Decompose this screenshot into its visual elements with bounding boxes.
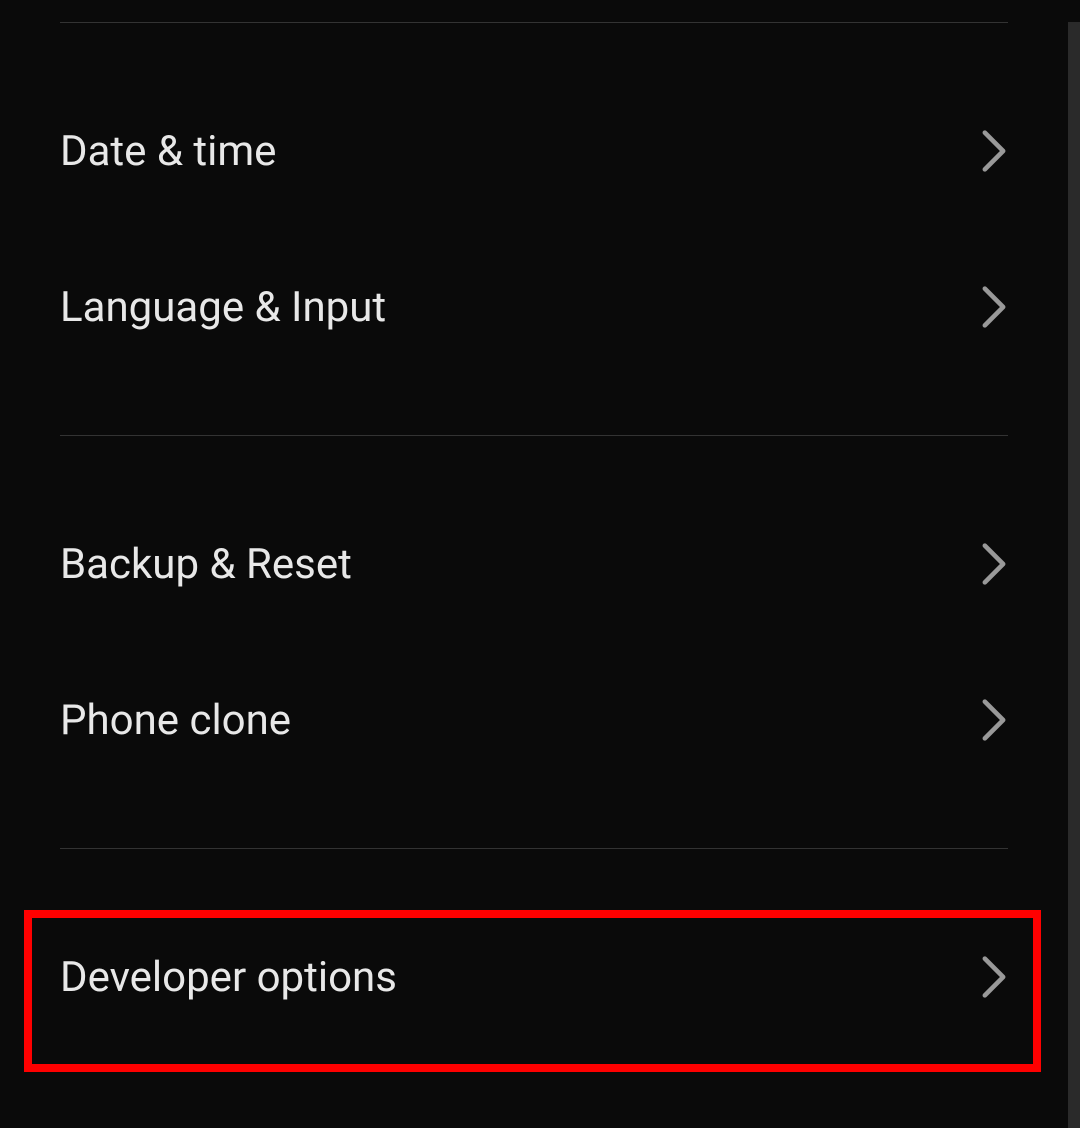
chevron-right-icon: [980, 285, 1008, 329]
menu-item-label: Backup & Reset: [60, 540, 352, 589]
menu-item-label: Developer options: [60, 953, 397, 1002]
menu-item-label: Phone clone: [60, 696, 291, 745]
menu-item-date-time[interactable]: Date & time: [60, 73, 1008, 229]
settings-group-1: Date & time Language & Input: [60, 23, 1008, 435]
scrollbar[interactable]: [1068, 22, 1080, 1128]
settings-screen: Date & time Language & Input: [0, 22, 1080, 1128]
settings-group-3: Developer options: [60, 849, 1008, 1105]
chevron-right-icon: [980, 955, 1008, 999]
menu-item-label: Date & time: [60, 127, 276, 176]
chevron-right-icon: [980, 129, 1008, 173]
menu-item-language-input[interactable]: Language & Input: [60, 229, 1008, 385]
settings-list: Date & time Language & Input: [0, 22, 1068, 1105]
menu-item-backup-reset[interactable]: Backup & Reset: [60, 486, 1008, 642]
menu-item-phone-clone[interactable]: Phone clone: [60, 642, 1008, 798]
menu-item-developer-options[interactable]: Developer options: [60, 899, 1008, 1055]
settings-group-2: Backup & Reset Phone clone: [60, 436, 1008, 848]
menu-item-label: Language & Input: [60, 283, 386, 332]
chevron-right-icon: [980, 698, 1008, 742]
chevron-right-icon: [980, 542, 1008, 586]
